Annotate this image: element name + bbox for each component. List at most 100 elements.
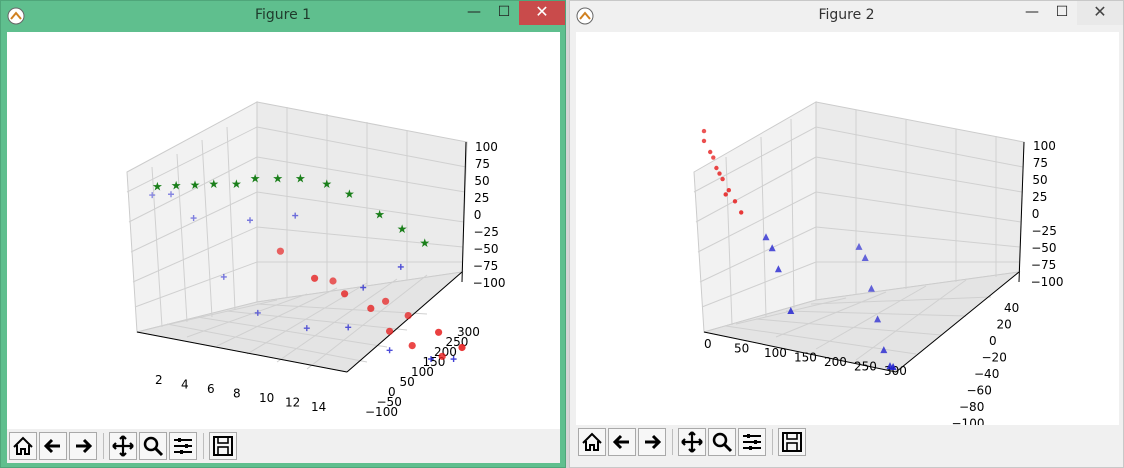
configure-subplots-button[interactable]	[169, 432, 197, 460]
data-point	[723, 192, 728, 197]
title-bar[interactable]: Figure 2 — ☐ ✕	[570, 1, 1123, 31]
data-point	[726, 188, 731, 193]
toolbar-separator	[203, 433, 204, 459]
home-button[interactable]	[578, 428, 606, 456]
pan-button[interactable]	[678, 428, 706, 456]
zoom-button[interactable]	[139, 432, 167, 460]
x-tick-label: 100	[764, 346, 787, 360]
maximize-button[interactable]: ☐	[1047, 1, 1077, 25]
back-arrow-icon	[612, 434, 629, 450]
x-tick-label: 50	[734, 342, 749, 356]
back-pane-right	[256, 101, 468, 303]
data-point	[329, 277, 337, 285]
z-tick-label: 0	[1032, 207, 1040, 221]
back-arrow-icon	[43, 438, 60, 454]
configure-subplots-icon	[174, 438, 192, 454]
data-point	[276, 247, 284, 255]
z-tick-label: 25	[474, 191, 489, 205]
home-icon	[582, 432, 602, 451]
z-tick-label: −100	[473, 276, 506, 290]
data-point	[435, 328, 443, 336]
save-button[interactable]	[209, 432, 237, 460]
x-tick-label: 12	[285, 396, 300, 410]
z-tick-label: −25	[1032, 224, 1057, 238]
data-point: ★	[419, 236, 430, 250]
data-point: ★	[152, 180, 163, 194]
data-point	[717, 171, 722, 176]
y-tick-label: 40	[1004, 301, 1019, 315]
data-point	[458, 343, 466, 352]
y-tick-label: 20	[997, 318, 1012, 332]
zoom-button[interactable]	[708, 428, 736, 456]
zoom-icon	[712, 432, 733, 453]
close-button[interactable]: ✕	[519, 1, 565, 25]
x-tick-label: 14	[311, 400, 326, 414]
y-tick-label: 0	[989, 334, 997, 348]
z-tick-label: −75	[1031, 258, 1056, 272]
z-tick-label: 25	[1032, 190, 1047, 204]
navigation-toolbar	[7, 429, 560, 463]
data-point	[711, 155, 716, 160]
x-tick-label: 4	[181, 378, 189, 392]
x-tick-label: 300	[884, 364, 907, 378]
home-icon	[13, 436, 33, 455]
data-point	[714, 165, 719, 171]
data-point: ★	[190, 178, 201, 192]
x-tick-label: 200	[824, 355, 847, 369]
z-tick-label: 100	[1033, 139, 1056, 153]
data-point	[438, 352, 446, 360]
z-tick-label: 75	[1033, 156, 1048, 170]
minimize-button[interactable]: —	[1017, 1, 1047, 25]
maximize-button[interactable]: ☐	[489, 1, 519, 25]
close-button[interactable]: ✕	[1077, 1, 1123, 25]
data-point	[732, 199, 738, 204]
configure-subplots-icon	[743, 434, 761, 450]
data-point: ★	[171, 179, 182, 193]
data-point	[701, 128, 707, 134]
data-point: ★	[272, 171, 283, 185]
forward-arrow-button[interactable]	[638, 428, 666, 456]
navigation-toolbar	[576, 425, 1119, 459]
toolbar-separator	[772, 429, 773, 455]
minimize-button[interactable]: —	[459, 1, 489, 25]
data-point: ★	[208, 177, 219, 191]
data-point: ★	[344, 187, 355, 201]
toolbar-separator	[672, 429, 673, 455]
data-point	[386, 347, 393, 354]
zoom-icon	[143, 436, 164, 457]
x-tick-label: 150	[794, 351, 817, 365]
back-arrow-button[interactable]	[39, 432, 67, 460]
plot-canvas[interactable]: 0 50 100 150 200 250 300 40 20 0 −20 −40 −60 −80 −100 1…	[576, 32, 1119, 431]
forward-arrow-button[interactable]	[69, 432, 97, 460]
y-tick-label: −40	[974, 367, 999, 381]
data-point	[701, 138, 707, 144]
x-tick-label: 0	[704, 337, 712, 351]
data-point: ★	[231, 177, 242, 191]
title-bar[interactable]: Figure 1 — ☐ ✕	[1, 1, 565, 31]
y-tick-label: −100	[952, 417, 985, 426]
z-tick-label: 0	[474, 208, 482, 222]
pan-icon	[681, 431, 703, 453]
data-point	[386, 327, 394, 335]
data-point	[708, 149, 713, 155]
back-arrow-button[interactable]	[608, 428, 636, 456]
data-point	[367, 304, 375, 312]
back-pane-right	[815, 101, 1025, 301]
pan-button[interactable]	[109, 432, 137, 460]
x-tick-label: 10	[259, 391, 274, 405]
x-tick-label: 8	[233, 387, 241, 401]
y-tick-label: 300	[457, 325, 480, 339]
data-point	[382, 297, 390, 305]
z-tick-label: −100	[1031, 275, 1064, 289]
configure-subplots-button[interactable]	[738, 428, 766, 456]
data-point	[404, 312, 412, 320]
save-icon	[782, 432, 802, 452]
toolbar-separator	[103, 433, 104, 459]
z-tick-label: 50	[1032, 173, 1047, 187]
home-button[interactable]	[9, 432, 37, 460]
data-point	[311, 274, 319, 282]
save-button[interactable]	[778, 428, 806, 456]
y-tick-label: 0	[388, 385, 396, 399]
plot-canvas[interactable]: 2 4 6 8 10 12 14 −100 −50 0 50 100 150 200 250 300 100 75…	[7, 32, 560, 429]
x-tick-label: 6	[207, 382, 215, 396]
